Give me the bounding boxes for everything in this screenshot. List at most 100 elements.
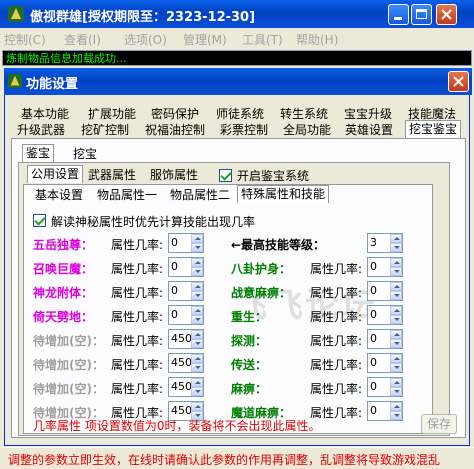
spin-down-icon[interactable] — [191, 363, 203, 372]
rate-label: 属性几率: — [310, 310, 363, 324]
rate-stepper-mabi[interactable]: 0 — [367, 377, 403, 397]
settings-dialog: 功能设置 基本功能 扩展功能 密码保护 师徒系统 转生系统 宝宝升级 技能魔法 … — [4, 68, 472, 446]
app-title: 傲视群雄[授权期限至：2323-12-30] — [30, 10, 256, 25]
dialog-close-button[interactable] — [448, 71, 469, 92]
spin-up-icon[interactable] — [191, 234, 203, 243]
spin-down-icon[interactable] — [390, 411, 402, 420]
rate-stepper-zhanyi[interactable]: 0 — [367, 281, 403, 301]
rate-label: 属性几率: — [111, 358, 164, 372]
spin-down-icon[interactable] — [390, 363, 402, 372]
menu-help[interactable]: 帮助(H) — [296, 31, 338, 48]
spin-up-icon[interactable] — [390, 354, 402, 363]
menu-options[interactable]: 选项(O) — [124, 31, 167, 48]
skill-name-zhaohuan: 召唤巨魔： — [33, 262, 94, 276]
rate-label: 属性几率: — [310, 382, 363, 396]
tab-item-attr-one[interactable]: 物品属性一 — [94, 187, 160, 205]
rate-stepper-chongsheng[interactable]: 0 — [367, 305, 403, 325]
spin-up-icon[interactable] — [191, 402, 203, 411]
tab-common-settings[interactable]: 公用设置 — [27, 165, 84, 183]
spin-down-icon[interactable] — [390, 387, 402, 396]
rate-stepper-empty-3[interactable]: 450 — [168, 377, 204, 397]
skill-name-bagua: 八卦护身： — [231, 262, 292, 276]
skill-priority-checkbox[interactable] — [33, 214, 46, 227]
spin-up-icon[interactable] — [191, 282, 203, 291]
max-skill-level-stepper[interactable]: 3 — [367, 233, 403, 253]
spin-down-icon[interactable] — [390, 315, 402, 324]
spin-down-icon[interactable] — [191, 243, 203, 252]
rate-label: 属性几率: — [310, 358, 363, 372]
spin-up-icon[interactable] — [390, 330, 402, 339]
skill-name-chongsheng: 重生： — [231, 310, 268, 324]
rate-label: 属性几率: — [310, 286, 363, 300]
skill-name-empty-3: 待增加(空)： — [33, 382, 104, 396]
main-titlebar[interactable]: 傲视群雄[授权期限至：2323-12-30] — [0, 0, 474, 28]
rate-stepper-tance[interactable]: 0 — [367, 329, 403, 349]
spin-down-icon[interactable] — [191, 339, 203, 348]
spin-down-icon[interactable] — [390, 267, 402, 276]
zero-value-note: 几率属性 项设置数值为0时，装备将不会出现此属性。 — [33, 419, 321, 433]
status-console: 炼制物品信息加载成功... — [2, 50, 472, 66]
spin-up-icon[interactable] — [191, 378, 203, 387]
spin-down-icon[interactable] — [191, 267, 203, 276]
skill-name-chuansong: 传送： — [231, 358, 268, 372]
spin-down-icon[interactable] — [390, 339, 402, 348]
skill-name-mabi: 麻痹： — [231, 382, 268, 396]
spin-down-icon[interactable] — [191, 315, 203, 324]
skill-name-yitian: 倚天劈地： — [33, 310, 94, 324]
spin-down-icon[interactable] — [191, 291, 203, 300]
spin-up-icon[interactable] — [390, 306, 402, 315]
menu-view[interactable]: 查看(I) — [64, 31, 101, 48]
maximize-button[interactable] — [411, 4, 432, 25]
tab-treasure[interactable]: 挖宝鉴宝 — [405, 120, 462, 138]
rate-stepper-empty-2[interactable]: 450 — [168, 353, 204, 373]
spin-up-icon[interactable] — [191, 258, 203, 267]
close-button[interactable] — [436, 4, 457, 25]
dialog-titlebar[interactable]: 功能设置 — [4, 68, 472, 95]
spin-up-icon[interactable] — [390, 282, 402, 291]
rate-label: 属性几率: — [111, 310, 164, 324]
rate-label: 属性几率: — [310, 262, 363, 276]
rate-stepper-chuansong[interactable]: 0 — [367, 353, 403, 373]
spin-down-icon[interactable] — [390, 291, 402, 300]
max-skill-level-label: ←最高技能等级： — [231, 238, 326, 252]
spin-up-icon[interactable] — [390, 402, 402, 411]
rate-stepper-wuyue[interactable]: 0 — [168, 233, 204, 253]
menu-tools[interactable]: 工具(T) — [242, 31, 283, 48]
skill-name-shenlong: 神龙附体： — [33, 286, 94, 300]
spin-up-icon[interactable] — [390, 258, 402, 267]
app-logo-icon — [8, 6, 24, 22]
rate-stepper-empty-1[interactable]: 450 — [168, 329, 204, 349]
menu-control[interactable]: 控制(C) — [4, 31, 46, 48]
rate-stepper-zhaohuan[interactable]: 0 — [168, 257, 204, 277]
rate-label: 属性几率: — [111, 334, 164, 348]
skill-name-wuyue: 五岳独尊： — [33, 238, 94, 252]
tab-special-attr-skills[interactable]: 特殊属性和技能 — [237, 185, 330, 203]
bottom-warning-text: 调整的参数立即生效，在线时请确认此参数的作用再调整，乱调整将导致游戏混乱 — [8, 453, 441, 467]
menu-manage[interactable]: 管理(M) — [183, 31, 227, 48]
dialog-title: 功能设置 — [26, 77, 79, 92]
minimize-button[interactable] — [388, 4, 409, 25]
spin-up-icon[interactable] — [191, 354, 203, 363]
spin-up-icon[interactable] — [390, 234, 402, 243]
rate-stepper-yitian[interactable]: 0 — [168, 305, 204, 325]
tab-weapon-attr[interactable]: 武器属性 — [85, 167, 139, 185]
subtab-appraise[interactable]: 鉴宝 — [22, 144, 55, 162]
minimize-icon — [394, 17, 402, 20]
maximize-icon — [416, 9, 427, 19]
tab-clothing-attr[interactable]: 服饰属性 — [147, 167, 201, 185]
spin-up-icon[interactable] — [390, 378, 402, 387]
spin-up-icon[interactable] — [191, 330, 203, 339]
rate-stepper-bagua[interactable]: 0 — [367, 257, 403, 277]
rate-stepper-modao-mabi[interactable]: 0 — [367, 401, 403, 421]
tab-item-attr-two[interactable]: 物品属性二 — [167, 187, 233, 205]
enable-appraise-checkbox[interactable] — [219, 169, 232, 182]
close-icon — [441, 9, 452, 20]
skill-name-tance: 探测： — [231, 334, 268, 348]
spin-down-icon[interactable] — [191, 387, 203, 396]
tab-basic-settings[interactable]: 基本设置 — [32, 187, 86, 205]
spin-down-icon[interactable] — [390, 243, 402, 252]
rate-stepper-shenlong[interactable]: 0 — [168, 281, 204, 301]
save-button[interactable]: 保存 — [421, 414, 457, 434]
spin-up-icon[interactable] — [191, 306, 203, 315]
rate-label: 属性几率: — [111, 262, 164, 276]
